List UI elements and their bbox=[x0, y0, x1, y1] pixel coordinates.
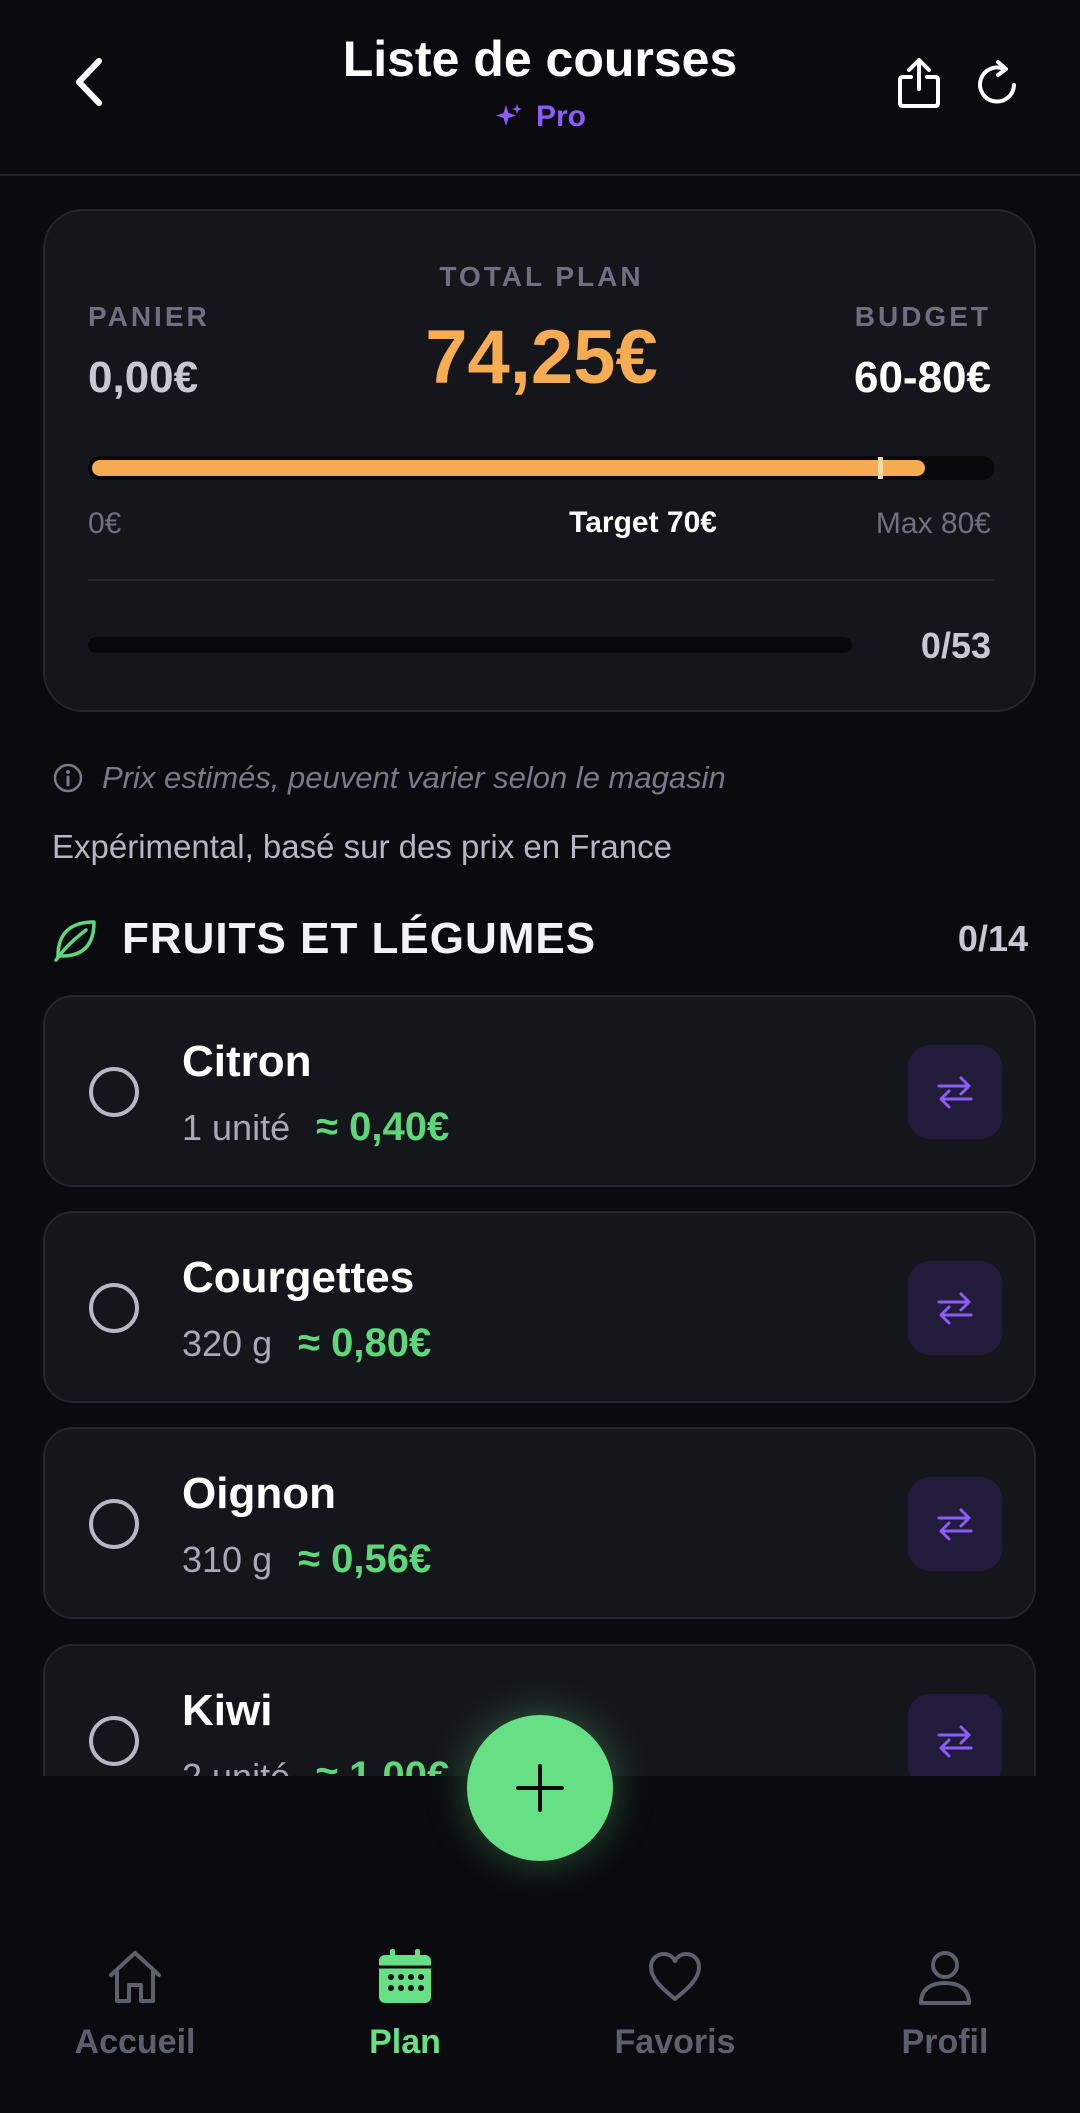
plus-icon bbox=[516, 1764, 564, 1812]
checkbox[interactable] bbox=[89, 1067, 139, 1117]
swap-icon bbox=[937, 1725, 973, 1758]
items-progress-bar bbox=[88, 637, 852, 653]
budget-value: 60-80€ bbox=[853, 353, 991, 402]
calendar-icon bbox=[379, 1949, 431, 2003]
swap-icon bbox=[937, 1292, 973, 1325]
refresh-icon bbox=[978, 60, 1016, 104]
share-icon bbox=[898, 58, 940, 108]
app-header: Liste de courses Pro bbox=[0, 0, 1080, 176]
checkbox[interactable] bbox=[89, 1499, 139, 1549]
item-meta: 1 unité ≈ 0,40€ bbox=[182, 1105, 449, 1150]
experimental-note: Expérimental, basé sur des prix en Franc… bbox=[52, 828, 672, 865]
nav-label: Accueil bbox=[74, 2023, 196, 2061]
nav-item-favoris[interactable]: Favoris bbox=[540, 1930, 810, 2070]
budget-progress-bar bbox=[88, 456, 994, 480]
nav-item-plan[interactable]: Plan bbox=[270, 1930, 540, 2070]
info-icon bbox=[53, 763, 83, 793]
item-meta: 2 unité ≈ 1,00€ bbox=[182, 1754, 449, 1776]
nav-item-profil[interactable]: Profil bbox=[810, 1930, 1080, 2070]
item-meta: 310 g ≈ 0,56€ bbox=[182, 1537, 431, 1582]
budget-progress-fill bbox=[92, 460, 925, 476]
heart-icon bbox=[649, 1952, 701, 2001]
share-button[interactable] bbox=[893, 55, 945, 111]
nav-item-accueil[interactable]: Accueil bbox=[0, 1930, 270, 2070]
item-quantity: 320 g bbox=[182, 1323, 273, 1364]
item-meta: 320 g ≈ 0,80€ bbox=[182, 1321, 431, 1366]
swap-button[interactable] bbox=[908, 1261, 1002, 1355]
section-count: 0/14 bbox=[957, 918, 1028, 959]
leaf-icon bbox=[54, 920, 96, 962]
item-price: ≈ 0,56€ bbox=[298, 1537, 432, 1581]
sparkles-icon bbox=[495, 104, 522, 126]
list-item[interactable]: Courgettes 320 g ≈ 0,80€ bbox=[43, 1211, 1036, 1403]
item-quantity: 2 unité bbox=[182, 1756, 290, 1776]
budget-label: BUDGET bbox=[854, 301, 991, 332]
checkbox[interactable] bbox=[89, 1716, 139, 1766]
item-price: ≈ 0,40€ bbox=[316, 1105, 450, 1149]
swap-button[interactable] bbox=[908, 1477, 1002, 1571]
price-note: Prix estimés, peuvent varier selon le ma… bbox=[52, 760, 726, 796]
swap-button[interactable] bbox=[908, 1045, 1002, 1139]
target-marker bbox=[878, 457, 883, 479]
pro-badge-label: Pro bbox=[535, 100, 586, 133]
section-header[interactable]: FRUITS ET LÉGUMES 0/14 bbox=[52, 912, 1028, 968]
item-name: Oignon bbox=[182, 1469, 336, 1518]
swap-button[interactable] bbox=[908, 1694, 1002, 1776]
total-plan-label: TOTAL PLAN bbox=[439, 261, 644, 292]
item-quantity: 1 unité bbox=[182, 1107, 291, 1148]
section-title: FRUITS ET LÉGUMES bbox=[122, 914, 597, 963]
nav-label: Plan bbox=[369, 2023, 441, 2061]
item-name: Citron bbox=[182, 1037, 312, 1086]
list-item[interactable]: Citron 1 unité ≈ 0,40€ bbox=[43, 995, 1036, 1187]
nav-label: Profil bbox=[901, 2023, 989, 2061]
bottom-nav: Accueil Plan Favoris Profil bbox=[0, 1930, 1080, 2113]
refresh-button[interactable] bbox=[972, 55, 1024, 111]
item-name: Courgettes bbox=[182, 1253, 415, 1302]
item-name: Kiwi bbox=[182, 1686, 273, 1735]
swap-icon bbox=[937, 1076, 973, 1109]
item-quantity: 310 g bbox=[182, 1539, 273, 1580]
user-icon bbox=[919, 1951, 971, 2005]
home-icon bbox=[109, 1951, 161, 2003]
item-price: ≈ 1,00€ bbox=[316, 1754, 450, 1776]
divider bbox=[88, 579, 994, 581]
budget-summary-card: PANIER 0,00€ TOTAL PLAN 74,25€ BUDGET 60… bbox=[43, 209, 1036, 712]
checkbox[interactable] bbox=[89, 1283, 139, 1333]
price-note-text: Prix estimés, peuvent varier selon le ma… bbox=[102, 760, 726, 795]
items-count: 0/53 bbox=[920, 625, 991, 666]
scale-max-label: Max 80€ bbox=[875, 507, 991, 540]
list-item[interactable]: Oignon 310 g ≈ 0,56€ bbox=[43, 1427, 1036, 1619]
add-item-button[interactable] bbox=[467, 1715, 613, 1861]
nav-label: Favoris bbox=[614, 2023, 736, 2061]
swap-icon bbox=[937, 1508, 973, 1541]
item-price: ≈ 0,80€ bbox=[298, 1321, 432, 1365]
shopping-list: Citron 1 unité ≈ 0,40€ Courgettes 320 g … bbox=[0, 990, 1080, 1776]
scale-target-label: Target 70€ bbox=[569, 506, 717, 539]
